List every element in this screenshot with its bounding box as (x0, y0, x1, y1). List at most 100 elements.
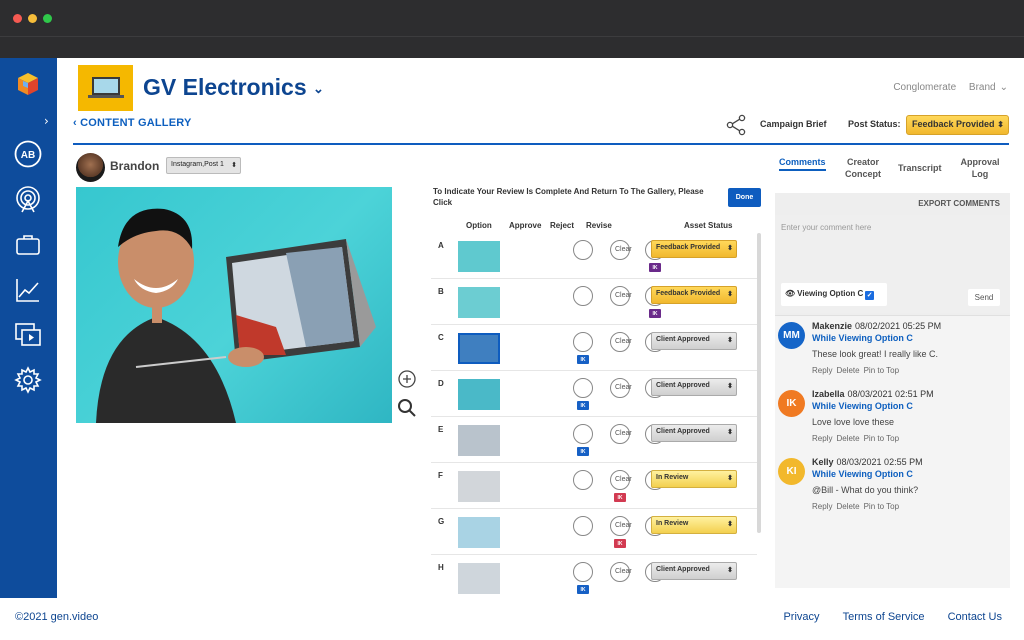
comment-action-pin-to-top[interactable]: Pin to Top (864, 434, 899, 443)
comment-context[interactable]: While Viewing Option C (812, 401, 913, 411)
option-thumbnail[interactable] (458, 425, 500, 456)
post-status-select[interactable]: Feedback Provided ⬍ (906, 115, 1009, 135)
clear-button[interactable]: Clear (615, 338, 632, 345)
clear-button[interactable]: Clear (615, 246, 632, 253)
minimize-window-button[interactable] (28, 14, 37, 23)
campaign-brief-link[interactable]: Campaign Brief (760, 119, 827, 129)
approve-radio[interactable] (573, 240, 593, 260)
approve-radio[interactable] (573, 286, 593, 306)
asset-status-select[interactable]: Client Approved ⬍ (651, 424, 737, 442)
comment-action-delete[interactable]: Delete (836, 502, 859, 511)
terms-link[interactable]: Terms of Service (843, 611, 925, 623)
tab-transcript[interactable]: Transcript (898, 162, 942, 174)
maximize-window-button[interactable] (43, 14, 52, 23)
clear-button[interactable]: Clear (615, 522, 632, 529)
comment-action-delete[interactable]: Delete (836, 434, 859, 443)
comment-time: 08/02/2021 05:25 PM (855, 321, 942, 331)
option-thumbnail[interactable] (458, 563, 500, 594)
clear-button[interactable]: Clear (615, 384, 632, 391)
clear-button[interactable]: Clear (615, 430, 632, 437)
back-to-gallery-link[interactable]: ‹ CONTENT GALLERY (73, 117, 192, 129)
svg-text:AB: AB (21, 150, 35, 161)
preview-image (76, 187, 392, 423)
comment-context[interactable]: While Viewing Option C (812, 469, 913, 479)
row-letter: C (438, 333, 444, 342)
clear-button[interactable]: Clear (615, 568, 632, 575)
option-thumbnail[interactable] (458, 241, 500, 272)
comment-action-reply[interactable]: Reply (812, 366, 832, 375)
asset-status-value: Client Approved (656, 382, 710, 389)
send-button[interactable]: Send (968, 289, 1000, 306)
option-thumbnail[interactable] (458, 333, 500, 364)
select-arrows-icon: ⬍ (727, 567, 733, 574)
comment-item: KI Kelly 08/03/2021 02:55 PM While Viewing … (775, 452, 1010, 518)
comment-avatar: IK (778, 390, 805, 417)
approve-radio[interactable] (573, 516, 593, 536)
asset-status-select[interactable]: Feedback Provided ⬍ (651, 240, 737, 258)
share-icon[interactable] (725, 114, 747, 136)
analytics-icon[interactable] (13, 275, 43, 305)
comment-action-reply[interactable]: Reply (812, 502, 832, 511)
gear-icon[interactable] (13, 365, 43, 395)
checkbox-checked-icon[interactable]: ✓ (865, 291, 875, 300)
comment-context[interactable]: While Viewing Option C (812, 333, 913, 343)
account-avatar[interactable]: AB (13, 139, 43, 169)
clear-button[interactable]: Clear (615, 476, 632, 483)
select-arrows-icon: ⬍ (727, 245, 733, 252)
privacy-link[interactable]: Privacy (783, 611, 819, 623)
asset-status-select[interactable]: Client Approved ⬍ (651, 562, 737, 580)
clear-button[interactable]: Clear (615, 292, 632, 299)
approve-radio[interactable] (573, 378, 593, 398)
main-content: GV Electronics ⌄ Conglomerate Brand ⌄ ‹ C… (57, 58, 1024, 601)
option-thumbnail[interactable] (458, 379, 500, 410)
comment-item: MM Makenzie 08/02/2021 05:25 PM While Viewi… (775, 316, 1010, 382)
asset-status-select[interactable]: Client Approved ⬍ (651, 378, 737, 396)
expand-chevron-icon[interactable]: › (44, 114, 49, 128)
row-letter: A (438, 241, 444, 250)
row-letter: F (438, 471, 443, 480)
approve-radio[interactable] (573, 562, 593, 582)
contact-link[interactable]: Contact Us (948, 611, 1002, 623)
approve-radio[interactable] (573, 332, 593, 352)
brand-title[interactable]: GV Electronics ⌄ (143, 74, 324, 101)
tab-approval-log[interactable]: Approval Log (955, 156, 1005, 180)
asset-status-select[interactable]: Client Approved ⬍ (651, 332, 737, 350)
close-window-button[interactable] (13, 14, 22, 23)
comment-action-pin-to-top[interactable]: Pin to Top (864, 366, 899, 375)
post-select[interactable]: Instagram,Post 1 ⬍ (166, 157, 241, 174)
select-arrows-icon: ⬍ (727, 475, 733, 482)
broadcast-icon[interactable] (13, 185, 43, 215)
comment-action-delete[interactable]: Delete (836, 366, 859, 375)
search-icon[interactable] (397, 398, 417, 418)
column-option: Option (466, 221, 492, 230)
avatar (76, 153, 105, 182)
row-letter: D (438, 379, 444, 388)
logo-cubes-icon[interactable] (13, 70, 43, 100)
viewing-option-toggle[interactable]: 👁 Viewing Option C ✓ (781, 283, 887, 306)
conglomerate-link[interactable]: Conglomerate (893, 82, 956, 93)
approve-radio[interactable] (573, 424, 593, 444)
select-arrows-icon: ⬍ (727, 521, 733, 528)
comment-action-pin-to-top[interactable]: Pin to Top (864, 502, 899, 511)
option-thumbnail[interactable] (458, 517, 500, 548)
review-scrollbar[interactable] (757, 233, 761, 533)
media-library-icon[interactable] (13, 320, 43, 350)
done-button[interactable]: Done (728, 188, 761, 207)
option-thumbnail[interactable] (458, 471, 500, 502)
zoom-in-icon[interactable] (397, 369, 417, 389)
option-thumbnail[interactable] (458, 287, 500, 318)
briefcase-icon[interactable] (13, 230, 43, 260)
asset-status-select[interactable]: In Review ⬍ (651, 470, 737, 488)
asset-status-select[interactable]: In Review ⬍ (651, 516, 737, 534)
export-comments-button[interactable]: EXPORT COMMENTS (918, 199, 1000, 208)
post-select-value: Instagram,Post 1 (171, 161, 224, 168)
asset-status-select[interactable]: Feedback Provided ⬍ (651, 286, 737, 304)
table-row: D IK Clear Client Approved ⬍ (431, 371, 757, 417)
approve-radio[interactable] (573, 470, 593, 490)
tab-comments[interactable]: Comments (779, 156, 826, 171)
brand-link[interactable]: Brand (969, 82, 996, 93)
asset-status-value: Feedback Provided (656, 290, 721, 297)
comment-action-reply[interactable]: Reply (812, 434, 832, 443)
comment-body: These look great! I really like C. (812, 349, 939, 359)
tab-creator-concept[interactable]: Creator Concept (840, 156, 886, 180)
